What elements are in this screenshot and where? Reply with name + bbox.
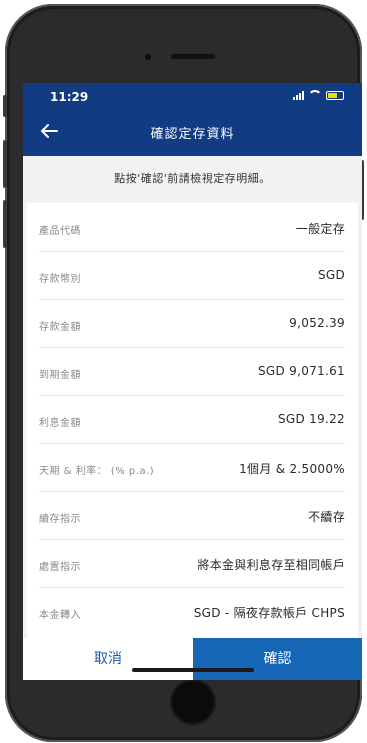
volume-down-button — [3, 200, 7, 248]
detail-label: 本金轉入 — [39, 610, 81, 621]
detail-row-disposal: 處置指示 將本金與利息存至相同帳戶 — [39, 539, 345, 588]
wifi-icon — [308, 90, 322, 100]
detail-row-principal-account: 本金轉入 SGD - 隔夜存款帳戶 CHPS — [39, 587, 345, 635]
home-indicator — [132, 668, 254, 672]
app-screen: 11:29 確認定存資料 點按'確認'前請檢視定存明細。 產品代碼 一般定存 存… — [23, 83, 362, 680]
status-icons — [293, 90, 344, 100]
detail-label: 處置指示 — [39, 562, 81, 573]
detail-label: 存款金額 — [39, 322, 81, 333]
detail-label: 天期 & 利率： (% p.a.) — [39, 466, 155, 477]
mute-switch — [3, 95, 7, 117]
cancel-button[interactable]: 取消 — [23, 638, 193, 680]
review-notice: 點按'確認'前請檢視定存明細。 — [23, 156, 362, 201]
detail-label: 存款幣別 — [39, 274, 81, 285]
status-time: 11:29 — [50, 90, 89, 104]
detail-label: 到期金額 — [39, 370, 81, 381]
detail-value: SGD - 隔夜存款帳戶 CHPS — [193, 606, 345, 620]
nav-bar: 確認定存資料 — [23, 107, 362, 156]
signal-icon — [293, 90, 304, 100]
confirm-button[interactable]: 確認 — [193, 638, 362, 680]
home-button[interactable] — [170, 679, 216, 725]
detail-value: 9,052.39 — [289, 316, 345, 330]
action-bar: 取消 確認 — [23, 638, 362, 680]
detail-value: 將本金與利息存至相同帳戶 — [197, 558, 345, 572]
detail-label: 利息金額 — [39, 418, 81, 429]
detail-value: 一般定存 — [295, 222, 345, 236]
detail-row-renewal: 續存指示 不續存 — [39, 491, 345, 540]
detail-value: SGD 19.22 — [277, 412, 345, 426]
detail-label: 產品代碼 — [39, 226, 81, 237]
detail-value: 1個月 & 2.5000% — [239, 462, 345, 476]
detail-row-product: 產品代碼 一般定存 — [39, 203, 345, 252]
status-bar: 11:29 — [23, 83, 362, 107]
earpiece-speaker — [171, 54, 215, 59]
detail-row-deposit-amount: 存款金額 9,052.39 — [39, 299, 345, 348]
detail-row-maturity-amount: 到期金額 SGD 9,071.61 — [39, 347, 345, 396]
detail-row-currency: 存款幣別 SGD — [39, 251, 345, 300]
detail-row-term-rate: 天期 & 利率： (% p.a.) 1個月 & 2.5000% — [39, 443, 345, 492]
battery-icon — [326, 90, 344, 100]
details-card: 產品代碼 一般定存 存款幣別 SGD 存款金額 9,052.39 到期金額 SG… — [27, 203, 358, 680]
detail-value: 不續存 — [308, 510, 345, 524]
volume-up-button — [3, 140, 7, 188]
page-title: 確認定存資料 — [150, 127, 235, 142]
detail-label: 續存指示 — [39, 514, 81, 525]
detail-value: SGD — [317, 268, 345, 282]
camera-dot — [145, 54, 151, 60]
detail-value: SGD 9,071.61 — [257, 364, 345, 378]
detail-row-interest-amount: 利息金額 SGD 19.22 — [39, 395, 345, 444]
